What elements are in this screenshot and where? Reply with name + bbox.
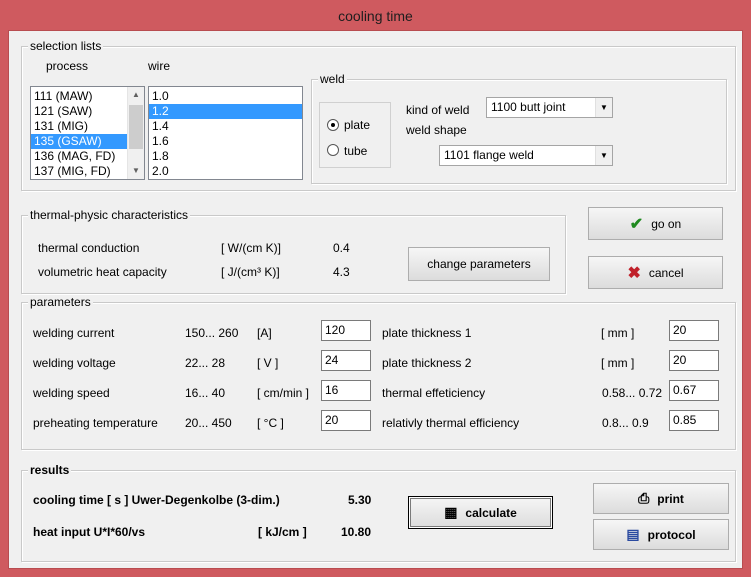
thermal-conduction-value: 0.4 <box>333 241 350 255</box>
results-label: results <box>28 463 72 477</box>
go-on-button[interactable]: ✔ go on <box>588 207 723 240</box>
parameter-input[interactable]: 20 <box>321 410 371 431</box>
print-label: print <box>657 491 684 506</box>
process-listbox[interactable]: 111 (MAW) 121 (SAW) 131 (MIG) 135 (GSAW) 136… <box>30 86 145 180</box>
wire-list-item[interactable]: 1.8 <box>149 149 302 164</box>
parameter-range: 16... 40 <box>185 386 226 400</box>
calculate-button[interactable]: ▦ calculate <box>408 496 553 529</box>
parameter-unit: [A] <box>257 326 272 340</box>
wire-listbox[interactable]: 1.0 1.2 1.4 1.6 1.8 2.0 <box>148 86 303 180</box>
process-list-item[interactable]: 121 (SAW) <box>31 104 127 119</box>
scroll-down-icon[interactable]: ▼ <box>128 163 144 179</box>
process-list-item[interactable]: 137 (MIG, FD) <box>31 164 127 179</box>
parameter-label: preheating temperature <box>33 416 158 430</box>
parameter-input[interactable]: 0.67 <box>669 380 719 401</box>
plate-radio-label[interactable]: plate <box>344 118 370 132</box>
parameter-unit: [ °C ] <box>257 416 284 430</box>
protocol-button[interactable]: ▤ protocol <box>593 519 729 550</box>
heat-capacity-value: 4.3 <box>333 265 350 279</box>
wire-list-item[interactable]: 1.6 <box>149 134 302 149</box>
parameter-label: welding speed <box>33 386 110 400</box>
protocol-label: protocol <box>647 527 696 542</box>
kind-of-weld-label: kind of weld <box>406 103 470 117</box>
parameter-input[interactable]: 16 <box>321 380 371 401</box>
process-label: process <box>46 59 89 73</box>
tube-radio[interactable] <box>327 144 339 156</box>
heat-input-unit: [ kJ/cm ] <box>258 525 307 539</box>
scroll-thumb[interactable] <box>129 105 143 149</box>
parameter-range: [ mm ] <box>601 356 635 370</box>
parameter-range: [ mm ] <box>601 326 635 340</box>
parameter-range: 22... 28 <box>185 356 226 370</box>
parameter-input[interactable]: 0.85 <box>669 410 719 431</box>
tube-radio-label[interactable]: tube <box>344 144 367 158</box>
thermal-conduction-unit: [ W/(cm K)] <box>221 241 281 255</box>
wire-list-item[interactable]: 1.2 <box>149 104 302 119</box>
process-list-rows: 111 (MAW) 121 (SAW) 131 (MIG) 135 (GSAW) 136… <box>31 89 127 179</box>
process-list-item[interactable]: 136 (MAG, FD) <box>31 149 127 164</box>
parameter-label: relativly thermal efficiency <box>382 416 520 430</box>
change-parameters-label: change parameters <box>427 257 531 271</box>
cooling-time-label: cooling time [ s ] Uwer-Degenkolbe (3-di… <box>33 493 280 507</box>
window-title: cooling time <box>338 8 413 24</box>
parameters-label: parameters <box>28 295 93 309</box>
parameter-label: thermal effeticiency <box>382 386 486 400</box>
scroll-up-icon[interactable]: ▲ <box>128 87 144 103</box>
weld-shape-select[interactable]: 1101 flange weld ▼ <box>439 145 613 166</box>
heat-input-value: 10.80 <box>341 525 372 539</box>
thermal-conduction-label: thermal conduction <box>38 241 140 255</box>
kind-of-weld-value: 1100 butt joint <box>491 100 566 114</box>
process-list-item[interactable]: 135 (GSAW) <box>31 134 127 149</box>
cooling-time-value: 5.30 <box>348 493 372 507</box>
chevron-down-icon[interactable]: ▼ <box>595 98 612 117</box>
parameter-input[interactable]: 24 <box>321 350 371 371</box>
weld-shape-label: weld shape <box>406 123 467 137</box>
parameter-range: 150... 260 <box>185 326 239 340</box>
dialog-client-area: selection lists process wire 111 (MAW) 12… <box>8 30 743 569</box>
checkmark-icon: ✔ <box>629 215 644 233</box>
process-scrollbar[interactable]: ▲ ▼ <box>127 87 144 179</box>
parameter-range: 0.58... 0.72 <box>602 386 663 400</box>
calculate-label: calculate <box>465 505 517 520</box>
parameter-label: welding current <box>33 326 115 340</box>
heat-input-label: heat input U*I*60/vs <box>33 525 146 539</box>
heat-capacity-unit: [ J/(cm³ K)] <box>221 265 280 279</box>
weld-shape-value: 1101 flange weld <box>444 148 534 162</box>
wire-label: wire <box>148 59 171 73</box>
parameter-unit: [ V ] <box>257 356 279 370</box>
shape-box <box>319 102 391 168</box>
cancel-button[interactable]: ✖ cancel <box>588 256 723 289</box>
wire-list-rows: 1.0 1.2 1.4 1.6 1.8 2.0 <box>149 89 302 179</box>
process-list-item[interactable]: 131 (MIG) <box>31 119 127 134</box>
parameter-input[interactable]: 20 <box>669 320 719 341</box>
printer-icon: ⎙ <box>638 490 650 506</box>
cancel-label: cancel <box>648 265 684 280</box>
parameter-range: 20... 450 <box>185 416 232 430</box>
thermal-label: thermal-physic characteristics <box>28 208 191 222</box>
selection-lists-label: selection lists <box>28 39 104 53</box>
parameter-label: plate thickness 2 <box>382 356 472 370</box>
heat-capacity-label: volumetric heat capacity <box>38 265 167 279</box>
weld-label: weld <box>318 72 347 86</box>
table-icon: ▤ <box>626 526 640 542</box>
close-icon: ✖ <box>627 264 641 282</box>
parameter-range: 0.8... 0.9 <box>602 416 649 430</box>
change-parameters-button[interactable]: change parameters <box>408 247 550 281</box>
parameter-unit: [ cm/min ] <box>257 386 310 400</box>
wire-list-item[interactable]: 1.4 <box>149 119 302 134</box>
process-list-item[interactable]: 111 (MAW) <box>31 89 127 104</box>
go-on-label: go on <box>651 216 682 231</box>
calculator-icon: ▦ <box>444 504 458 520</box>
chevron-down-icon[interactable]: ▼ <box>595 146 612 165</box>
parameter-input[interactable]: 20 <box>669 350 719 371</box>
parameter-label: welding voltage <box>33 356 116 370</box>
parameter-label: plate thickness 1 <box>382 326 472 340</box>
wire-list-item[interactable]: 1.0 <box>149 89 302 104</box>
parameter-input[interactable]: 120 <box>321 320 371 341</box>
wire-list-item[interactable]: 2.0 <box>149 164 302 179</box>
plate-radio[interactable] <box>327 119 339 131</box>
print-button[interactable]: ⎙ print <box>593 483 729 514</box>
kind-of-weld-select[interactable]: 1100 butt joint ▼ <box>486 97 613 118</box>
